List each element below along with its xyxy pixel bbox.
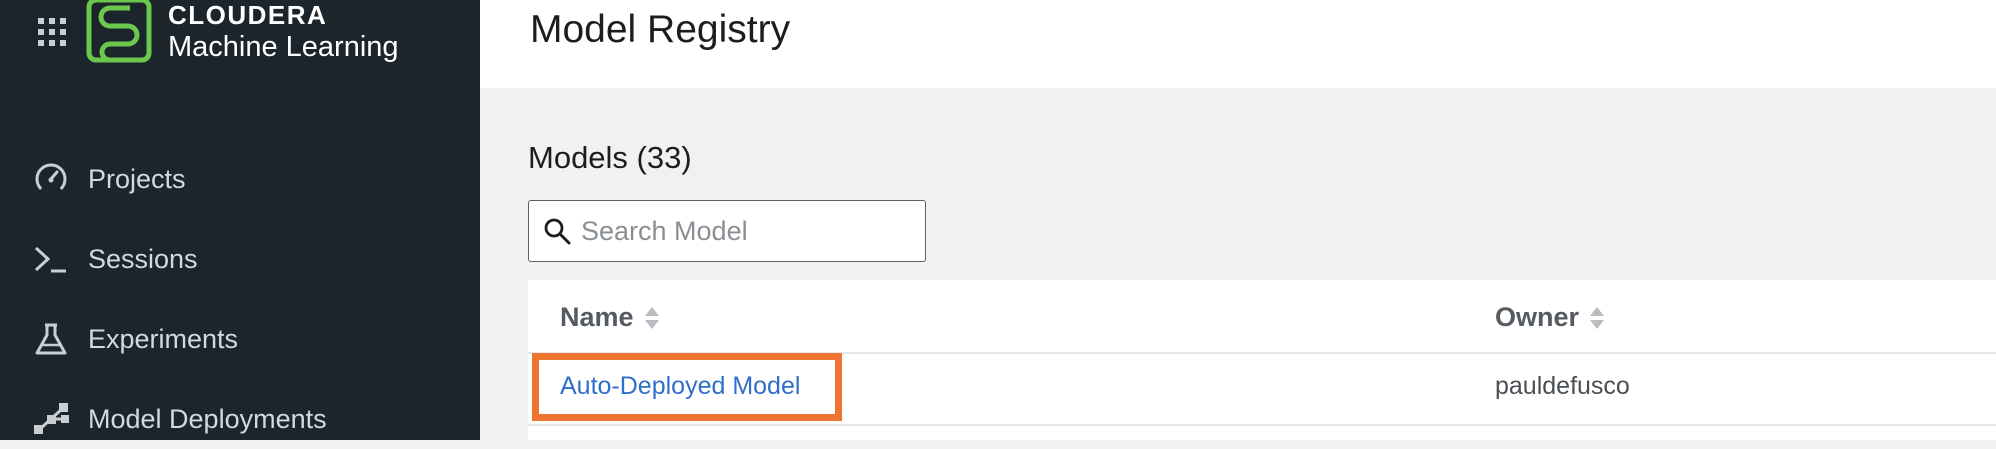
- column-header-owner[interactable]: Owner: [1495, 302, 1605, 333]
- sidebar-item-model-deployments[interactable]: Model Deployments: [0, 389, 480, 449]
- sidebar-item-label: Model Deployments: [88, 403, 327, 434]
- row-divider: [528, 424, 1996, 426]
- sort-icon: [1590, 306, 1605, 329]
- search-icon: [544, 218, 571, 245]
- cloudera-logo-icon: [86, 0, 152, 63]
- sidebar-item-label: Sessions: [88, 243, 198, 274]
- flask-icon: [35, 323, 67, 355]
- column-header-label: Owner: [1495, 302, 1580, 332]
- sidebar-item-label: Experiments: [88, 323, 239, 354]
- apps-grid-icon[interactable]: [38, 18, 66, 46]
- sidebar: CLOUDERA Machine Learning Projects Sessi…: [0, 0, 480, 440]
- sidebar-item-label: Projects: [88, 163, 186, 194]
- models-heading: Models (33): [528, 140, 692, 175]
- brand-product-name: Machine Learning: [168, 31, 399, 63]
- model-name-link[interactable]: Auto-Deployed Model: [560, 372, 800, 401]
- search-model-input[interactable]: [579, 205, 913, 257]
- models-table: Name Owner Auto-Deployed Model pauldefus…: [528, 280, 1996, 440]
- column-header-name[interactable]: Name: [560, 302, 660, 333]
- search-box[interactable]: [528, 200, 926, 262]
- brand-name: CLOUDERA: [168, 0, 328, 30]
- sidebar-item-experiments[interactable]: Experiments: [0, 309, 480, 369]
- model-owner: pauldefusco: [1495, 372, 1630, 400]
- sidebar-item-projects[interactable]: Projects: [0, 149, 480, 209]
- terminal-prompt-icon: [34, 246, 66, 273]
- top-bar: Model Registry: [480, 0, 1996, 88]
- column-header-label: Name: [560, 302, 634, 332]
- gauge-icon: [35, 163, 67, 195]
- sidebar-item-sessions[interactable]: Sessions: [0, 229, 480, 289]
- network-nodes-icon: [34, 403, 69, 434]
- page-title: Model Registry: [530, 8, 791, 51]
- sort-icon: [644, 306, 659, 329]
